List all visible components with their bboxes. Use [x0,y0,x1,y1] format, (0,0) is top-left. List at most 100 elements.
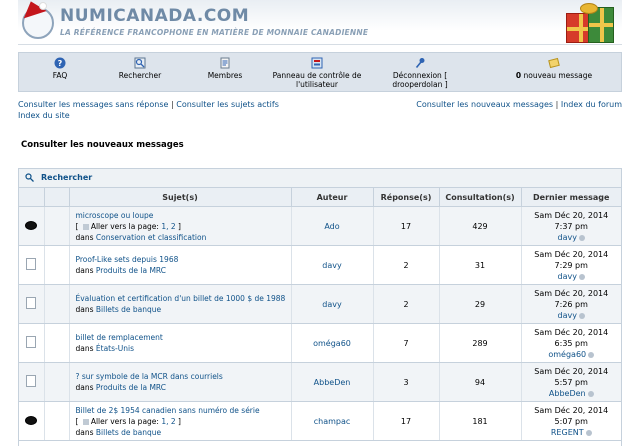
nav-faq[interactable]: ? FAQ [47,57,73,80]
link-active-topics[interactable]: Consulter les sujets actifs [176,100,279,109]
table-header-row: Sujet(s) Auteur Réponse(s) Consultation(… [19,188,621,207]
last-post-author[interactable]: davy [558,272,577,281]
topic-author[interactable]: champac [291,401,374,441]
nav-search[interactable]: Rechercher [115,57,165,80]
topic-replies: 7 [373,323,440,363]
topics-table: Sujet(s) Auteur Réponse(s) Consultation(… [19,188,621,441]
forum-link[interactable]: Billets de banque [96,305,161,314]
search-icon [25,173,34,182]
link-unanswered[interactable]: Consulter les messages sans réponse [18,100,168,109]
nav-search-label: Rechercher [118,71,162,80]
last-post-author[interactable]: AbbeDen [549,389,586,398]
nav-user-control-panel[interactable]: Panneau de contrôle de l'utilisateur [271,57,363,89]
topic-title-link[interactable]: Billet de 2$ 1954 canadien sans numéro d… [76,405,291,416]
last-post-cell: Sam Déc 20, 2014 7:29 pm davy [521,245,621,285]
nav-bar: ? FAQ Rechercher Membres Panneau de cont… [18,52,622,92]
topic-title-link[interactable]: billet de remplacement [76,332,291,343]
search-link[interactable]: Rechercher [41,173,92,182]
link-new-posts[interactable]: Consulter les nouveaux messages [416,100,553,109]
nav-ucp-label-2: l'utilisateur [296,80,338,89]
site-header: NUMICANADA.COM LA RÉFÉRENCE FRANCOPHONE … [18,0,622,45]
link-separator: | [171,100,174,109]
topic-forum: dans Produits de la MRC [75,266,167,275]
last-post-time: 5:07 pm [554,416,588,426]
last-post-author[interactable]: oméga60 [548,350,586,359]
key-icon [415,58,425,69]
topic-forum: dans Billets de banque [75,427,162,437]
col-subject[interactable]: Sujet(s) [69,188,292,207]
last-post-cell: Sam Déc 20, 2014 6:35 pm oméga60 [521,323,621,363]
last-post-cell: Sam Déc 20, 2014 5:07 pm REGENT [521,401,621,441]
col-replies[interactable]: Réponse(s) [373,188,440,207]
last-post-cell: Sam Déc 20, 2014 7:26 pm davy [521,284,621,324]
last-post-author[interactable]: davy [558,311,577,320]
goto-last-post-icon[interactable] [588,351,595,358]
help-icon: ? [54,57,66,69]
goto-last-post-icon[interactable] [578,312,585,319]
search-bar: Rechercher [19,169,621,188]
topic-views: 181 [439,401,522,441]
subject-cell: Proof-Like sets depuis 1968 dans Produits… [69,245,292,285]
last-post-date: Sam Déc 20, 2014 [534,210,609,220]
last-post-time: 5:57 pm [554,377,588,387]
nav-members[interactable]: Membres [205,57,245,80]
last-post-author[interactable]: davy [558,233,577,242]
goto-last-post-icon[interactable] [587,390,594,397]
subject-cell: Billet de 2$ 1954 canadien sans numéro d… [69,401,292,441]
topic-folder-icon [26,375,37,387]
forum-link[interactable]: Billets de banque [96,428,161,437]
col-author[interactable]: Auteur [291,188,374,207]
goto-page-icon [82,418,89,425]
forum-link[interactable]: Produits de la MRC [96,266,166,275]
topic-icon-cell [44,206,70,246]
last-post-author[interactable]: REGENT [551,428,584,437]
goto-page-icon [82,223,89,230]
goto-last-post-icon[interactable] [585,429,592,436]
topic-icon-cell [44,401,70,441]
nav-logout[interactable]: Déconnexion [ drooperdolan ] [371,57,469,89]
topic-author[interactable]: davy [291,245,374,285]
topic-title-link[interactable]: Proof-Like sets depuis 1968 [76,254,291,265]
table-row: billet de remplacement dans États-Unis omé… [19,323,621,363]
topic-author[interactable]: oméga60 [291,323,374,363]
forum-link[interactable]: Conservation et classification [96,233,206,242]
link-forum-index[interactable]: Index du forum [561,100,622,109]
topic-author[interactable]: davy [291,284,374,324]
site-tagline: LA RÉFÉRENCE FRANCOPHONE EN MATIÈRE DE M… [60,28,369,37]
topic-views: 31 [439,245,522,285]
forum-link[interactable]: États-Unis [96,344,134,353]
page-links[interactable]: 1, 2 [161,417,175,426]
goto-last-post-icon[interactable] [578,273,585,280]
svg-text:?: ? [58,59,63,68]
topic-replies: 2 [373,284,440,324]
col-last-post[interactable]: Dernier message [521,188,621,207]
nav-members-label: Membres [207,71,243,80]
topic-title-link[interactable]: microscope ou loupe [76,210,291,221]
folder-cell [19,323,45,363]
topic-title-link[interactable]: Évaluation et certification d'un billet … [76,293,291,304]
topic-author[interactable]: AbbeDen [291,362,374,402]
subject-cell: microscope ou loupe[ Aller vers la page:… [69,206,292,246]
col-folder [19,188,45,207]
last-post-time: 7:26 pm [554,299,588,309]
table-row: Billet de 2$ 1954 canadien sans numéro d… [19,401,621,441]
link-site-index[interactable]: Index du site [18,111,70,120]
forum-link[interactable]: Produits de la MRC [96,383,166,392]
site-title[interactable]: NUMICANADA.COM [60,6,249,26]
page-links[interactable]: 1, 2 [161,222,175,231]
nav-logout-label: Déconnexion [ drooperdolan ] [392,71,448,89]
topic-forum: dans États-Unis [75,344,134,353]
link-separator: | [555,100,559,109]
last-post-time: 6:35 pm [554,338,588,348]
topic-replies: 17 [373,401,440,441]
col-views[interactable]: Consultation(s) [439,188,522,207]
topic-author[interactable]: Ado [291,206,374,246]
goto-last-post-icon[interactable] [578,234,585,241]
last-post-date: Sam Déc 20, 2014 [534,405,609,415]
envelope-icon [548,57,560,69]
nav-faq-label: FAQ [52,71,68,80]
nav-private-messages[interactable]: 0 nouveau message [513,57,595,80]
topic-title-link[interactable]: ? sur symbole de la MCR dans courriels [76,371,291,382]
topic-views: 289 [439,323,522,363]
nav-ucp-label-1: Panneau de contrôle de [272,71,362,80]
